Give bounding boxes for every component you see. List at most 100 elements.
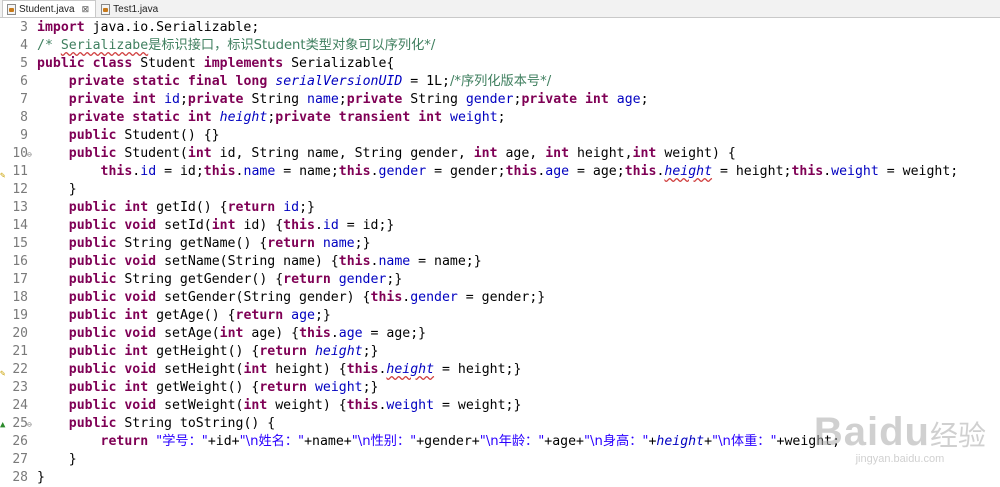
code-token: int [219, 326, 244, 341]
code-token: public [68, 398, 117, 413]
code-line[interactable]: 22 ✎ public void setHeight(int height) {t… [0, 361, 1000, 379]
watermark-cn: 经验 [929, 420, 986, 451]
code-token: private [346, 92, 403, 107]
code-token: id) { [235, 218, 284, 233]
code-line[interactable]: 4 /* Serializabe是标识接口，标识Student类型对象可以序列化*… [0, 37, 1000, 55]
code-line[interactable]: 14 public void setId(int id) {this.id = … [0, 217, 1000, 235]
tab-test1-java[interactable]: Test1.java [96, 1, 165, 17]
code-line[interactable]: 18 public void setGender(String gender) … [0, 289, 1000, 307]
code-token: setId( [156, 218, 212, 233]
close-icon[interactable]: ⊠ [82, 4, 90, 15]
line-number: 5 [20, 56, 28, 71]
code-token: serialVersionUID [275, 74, 403, 89]
code-token: setGender(String gender) { [156, 290, 371, 305]
code-token: = id;} [338, 218, 395, 233]
fold-toggle-icon[interactable]: ⊖ [27, 416, 32, 434]
code-line[interactable]: 19 public int getAge() {return age;} [0, 307, 1000, 325]
tab-label: Student.java [19, 3, 75, 15]
code-token: public [68, 416, 117, 431]
code-text: /* Serializabe是标识接口，标识Student类型对象可以序列化*/ [37, 37, 435, 55]
code-text: private static int height; private transi… [37, 109, 506, 127]
code-line[interactable]: 3 import java.io.Serializable; [0, 19, 1000, 37]
code-line[interactable]: 23 public int getWeight() {return weight… [0, 379, 1000, 397]
code-text: public int getWeight() {return weight;} [37, 379, 379, 397]
code-token: ;} [386, 272, 403, 287]
code-line[interactable]: 13 public int getId() {return id;} [0, 199, 1000, 217]
code-token: int [124, 200, 149, 215]
override-marker-icon[interactable]: ▲ [0, 416, 5, 434]
fold-toggle-icon[interactable]: ⊖ [27, 146, 32, 164]
code-line[interactable]: 8 private static int height; private tran… [0, 109, 1000, 127]
code-token: age [291, 308, 315, 323]
code-line[interactable]: 12 } [0, 181, 1000, 199]
code-token: int [243, 362, 268, 377]
code-token: int [418, 110, 443, 125]
code-token: ; [179, 92, 188, 107]
code-line[interactable]: 15 public String getName() {return name;… [0, 235, 1000, 253]
code-text: public String getGender() {return gender… [37, 271, 403, 289]
line-number: 15 [12, 236, 28, 251]
code-line[interactable]: 28} [0, 469, 1000, 487]
code-token: gender [410, 290, 458, 305]
code-text: } [37, 469, 45, 487]
code-text: public void setWeight(int weight) {this.… [37, 397, 522, 415]
code-token: int [132, 92, 157, 107]
code-line[interactable]: 16 public void setName(String name) {thi… [0, 253, 1000, 271]
code-text: public String getName() {return name;} [37, 235, 371, 253]
code-token: height [386, 362, 435, 377]
code-line[interactable]: 11 ✎ this.id = id;this.name = name;this.g… [0, 163, 1000, 181]
line-number: 18 [12, 290, 28, 305]
line-number: 7 [20, 92, 28, 107]
watermark-logo: Baidu经验 jingyan.baidu.com [814, 410, 986, 465]
code-line[interactable]: 6 private static final long serialVersio… [0, 73, 1000, 91]
code-line[interactable]: 20 public void setAge(int age) {this.age… [0, 325, 1000, 343]
code-line[interactable]: 9 public Student() {} [0, 127, 1000, 145]
tab-student-java[interactable]: Student.java ⊠ [2, 0, 97, 17]
code-token: void [124, 398, 157, 413]
code-line[interactable]: 21 public int getHeight() {return height… [0, 343, 1000, 361]
line-number: 13 [12, 200, 28, 215]
code-token: age, [497, 146, 546, 161]
code-token: return [259, 380, 307, 395]
code-token: private [68, 74, 125, 89]
code-text: this.id = id;this.name = name;this.gende… [37, 163, 959, 181]
code-token: height, [569, 146, 633, 161]
code-line[interactable]: 10 ⊖ public Student(int id, String name, … [0, 145, 1000, 163]
code-token: int [243, 398, 268, 413]
line-number: 10 [12, 146, 28, 161]
code-token: } [37, 470, 45, 485]
code-token: return [283, 272, 331, 287]
code-token: void [124, 218, 157, 233]
code-token: = weight;} [434, 398, 522, 413]
code-token: return [267, 236, 315, 251]
line-number: 4 [20, 38, 28, 53]
code-token: . [370, 164, 379, 179]
code-editor[interactable]: 3 import java.io.Serializable; 4 /* Seriali… [0, 18, 1000, 487]
code-line[interactable]: 7 private int id;private String name;pri… [0, 91, 1000, 109]
code-token: class [92, 56, 133, 71]
line-number: 9 [20, 128, 28, 143]
code-token: getAge() { [148, 308, 236, 323]
code-token: age [616, 92, 641, 107]
code-token: int [545, 146, 570, 161]
code-token: public [68, 254, 117, 269]
code-token: "\n姓名：" [239, 434, 305, 449]
editor-tab-bar: Student.java ⊠ Test1.java [0, 0, 1000, 18]
code-line[interactable]: 5 public class Student implements Seriali… [0, 55, 1000, 73]
code-token: public [68, 326, 117, 341]
code-token: this [338, 164, 371, 179]
code-line[interactable]: 17 public String getGender() {return gen… [0, 271, 1000, 289]
code-token: private [187, 92, 244, 107]
code-token: return [259, 344, 307, 359]
code-token: + [704, 434, 713, 449]
code-token: id [140, 164, 157, 179]
code-token: java.io.Serializable; [84, 20, 260, 35]
